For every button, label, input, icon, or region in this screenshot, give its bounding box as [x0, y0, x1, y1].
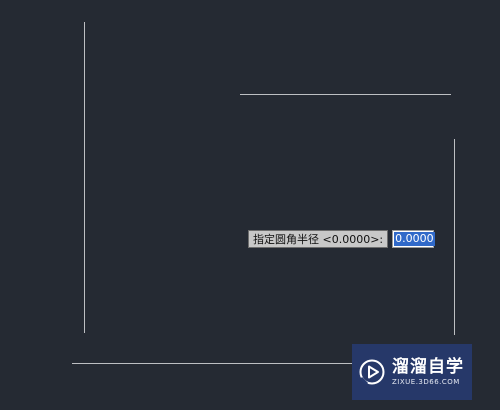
watermark-text: 溜溜自学 ZIXUE.3D66.COM	[392, 357, 464, 387]
drawing-line-top[interactable]	[240, 94, 451, 95]
watermark-name: 溜溜自学	[392, 357, 464, 377]
watermark-url: ZIXUE.3D66.COM	[392, 378, 460, 386]
fillet-radius-prompt-label: 指定圆角半径 <0.0000>:	[248, 230, 389, 248]
drawing-canvas[interactable]: 指定圆角半径 <0.0000>: 0.0000 溜溜自学 ZIXUE.3D66.…	[0, 0, 500, 410]
drawing-line-right[interactable]	[454, 139, 455, 335]
dynamic-input-prompt: 指定圆角半径 <0.0000>: 0.0000	[248, 230, 435, 248]
fillet-radius-input[interactable]: 0.0000	[392, 230, 435, 248]
drawing-line-left[interactable]	[84, 22, 85, 333]
drawing-line-bottom[interactable]	[72, 363, 352, 364]
play-circle-icon	[359, 359, 385, 386]
fillet-radius-input-value[interactable]: 0.0000	[394, 232, 435, 246]
watermark: 溜溜自学 ZIXUE.3D66.COM	[352, 344, 472, 400]
